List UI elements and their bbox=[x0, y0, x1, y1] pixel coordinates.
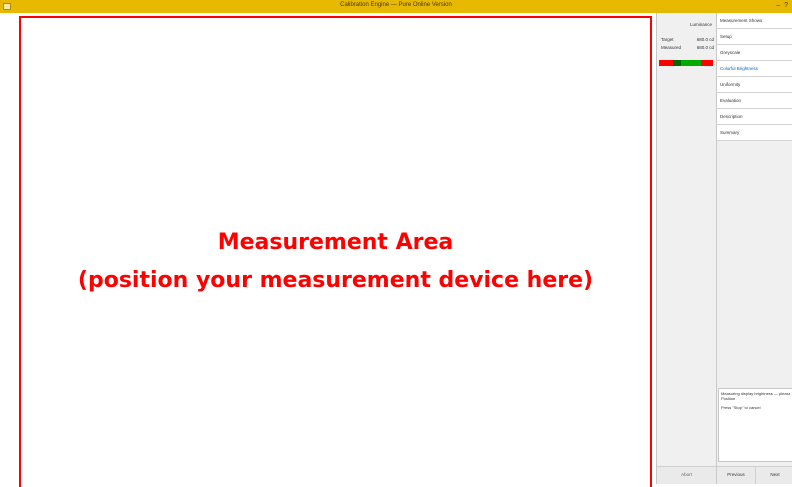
measurement-area-text: Measurement Area (position your measurem… bbox=[21, 228, 650, 296]
measured-row: Measured 680.0 cd bbox=[661, 45, 714, 50]
next-button[interactable]: Next bbox=[756, 467, 792, 484]
measured-value: 680.0 cd bbox=[696, 45, 714, 50]
nav-item-setup[interactable]: Setup bbox=[717, 29, 792, 45]
target-value: 680.0 cd bbox=[696, 37, 714, 42]
status-segment bbox=[673, 60, 681, 66]
nav-list: Measurement Shows Setup Greyscale Colorf… bbox=[717, 13, 792, 141]
help-button[interactable]: ? bbox=[784, 2, 788, 10]
title-bar: Calibration Engine — Pure Online Version… bbox=[0, 0, 792, 13]
nav-item-greyscale[interactable]: Greyscale bbox=[717, 45, 792, 61]
measurement-area-instruction: (position your measurement device here) bbox=[77, 268, 594, 293]
nav-item-measurement-shows[interactable]: Measurement Shows bbox=[717, 13, 792, 29]
measurement-area-title: Measurement Area bbox=[217, 230, 454, 255]
abort-button[interactable]: Abort bbox=[657, 466, 716, 484]
navigation-panel: Measurement Shows Setup Greyscale Colorf… bbox=[716, 13, 792, 484]
readout-panel: Luminance Target 680.0 cd Measured 680.0… bbox=[657, 13, 716, 484]
measurement-area-frame: Measurement Area (position your measurem… bbox=[19, 16, 652, 487]
status-segment bbox=[681, 60, 701, 66]
measured-label: Measured bbox=[661, 45, 682, 50]
window-title: Calibration Engine — Pure Online Version bbox=[340, 2, 452, 8]
measurement-canvas: Measurement Area (position your measurem… bbox=[0, 13, 656, 487]
nav-item-uniformity[interactable]: Uniformity bbox=[717, 77, 792, 93]
side-panel: Luminance Target 680.0 cd Measured 680.0… bbox=[656, 13, 792, 484]
status-bar bbox=[659, 60, 713, 66]
status-segment bbox=[701, 60, 713, 66]
minimize-button[interactable]: – bbox=[776, 2, 780, 10]
target-label: Target bbox=[661, 37, 674, 42]
message-box: Measuring display brightness — please wa… bbox=[718, 388, 792, 462]
previous-button[interactable]: Previous bbox=[717, 467, 756, 484]
message-line: Press "Stop" to cancel bbox=[721, 405, 761, 410]
nav-item-summary[interactable]: Summary bbox=[717, 125, 792, 141]
nav-item-evaluation[interactable]: Evaluation bbox=[717, 93, 792, 109]
target-row: Target 680.0 cd bbox=[661, 37, 714, 42]
footer-buttons: Previous Next bbox=[717, 466, 792, 484]
nav-item-colorful-brightness[interactable]: Colorful Brightness bbox=[717, 61, 792, 77]
window-controls: – ? bbox=[776, 2, 788, 10]
luminance-label: Luminance bbox=[689, 22, 712, 27]
status-segment bbox=[659, 60, 673, 66]
nav-item-description[interactable]: Description bbox=[717, 109, 792, 125]
message-line: Position bbox=[721, 396, 736, 401]
